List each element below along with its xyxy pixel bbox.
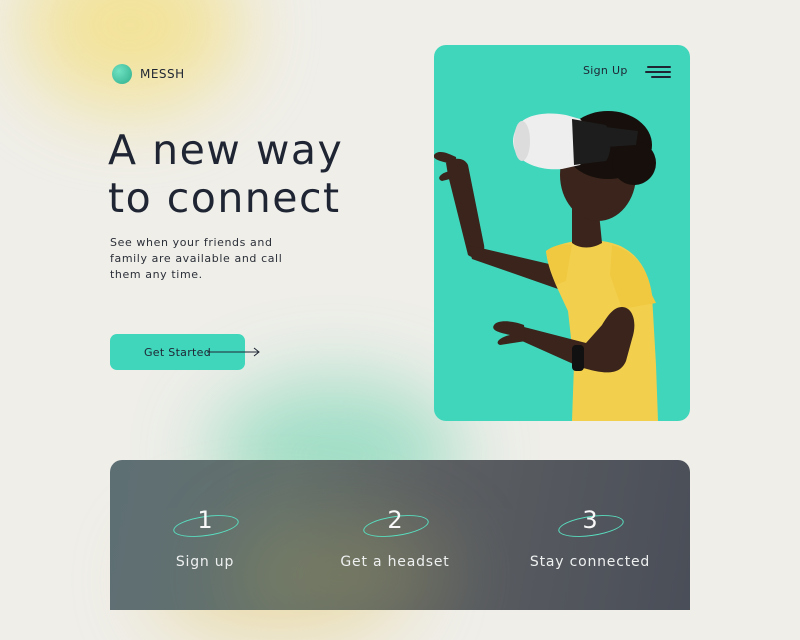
subtitle-line-2: family are available and call xyxy=(110,252,283,265)
cta-row: Get Started xyxy=(110,334,261,370)
subtitle-line-3: them any time. xyxy=(110,268,203,281)
brand-logo[interactable]: MESSH xyxy=(112,64,185,84)
headline-line-1: A new way xyxy=(108,126,344,174)
step-1-number: 1 xyxy=(197,506,213,534)
subtitle-line-1: See when your friends and xyxy=(110,236,273,249)
step-1-label: Sign up xyxy=(175,554,235,570)
step-1: 1 Sign up xyxy=(125,506,285,570)
step-3-number: 3 xyxy=(582,506,598,534)
sign-up-link[interactable]: Sign Up xyxy=(583,64,628,77)
step-3-number-wrap: 3 xyxy=(510,506,670,541)
vr-person-illustration xyxy=(434,111,658,421)
step-2: 2 Get a headset xyxy=(315,506,475,570)
steps-panel: 1 Sign up 2 Get a headset 3 Stay connect… xyxy=(110,460,690,610)
background-yellow-glow xyxy=(20,0,240,110)
step-2-number: 2 xyxy=(387,506,403,534)
hero-image-card: Sign Up xyxy=(434,45,690,421)
step-3-label: Stay connected xyxy=(529,554,651,570)
logo-circle-icon xyxy=(112,64,132,84)
hero-headline: A new way to connect xyxy=(108,126,343,222)
headline-line-2: to connect xyxy=(108,174,341,222)
hero-subtitle: See when your friends and family are ava… xyxy=(110,235,310,283)
arrow-right-icon[interactable] xyxy=(207,347,261,357)
hamburger-menu-icon[interactable] xyxy=(645,66,671,80)
step-1-number-wrap: 1 xyxy=(125,506,285,541)
brand-name: MESSH xyxy=(140,67,185,81)
step-3: 3 Stay connected xyxy=(510,506,670,570)
step-2-number-wrap: 2 xyxy=(315,506,475,541)
step-2-label: Get a headset xyxy=(340,554,450,570)
